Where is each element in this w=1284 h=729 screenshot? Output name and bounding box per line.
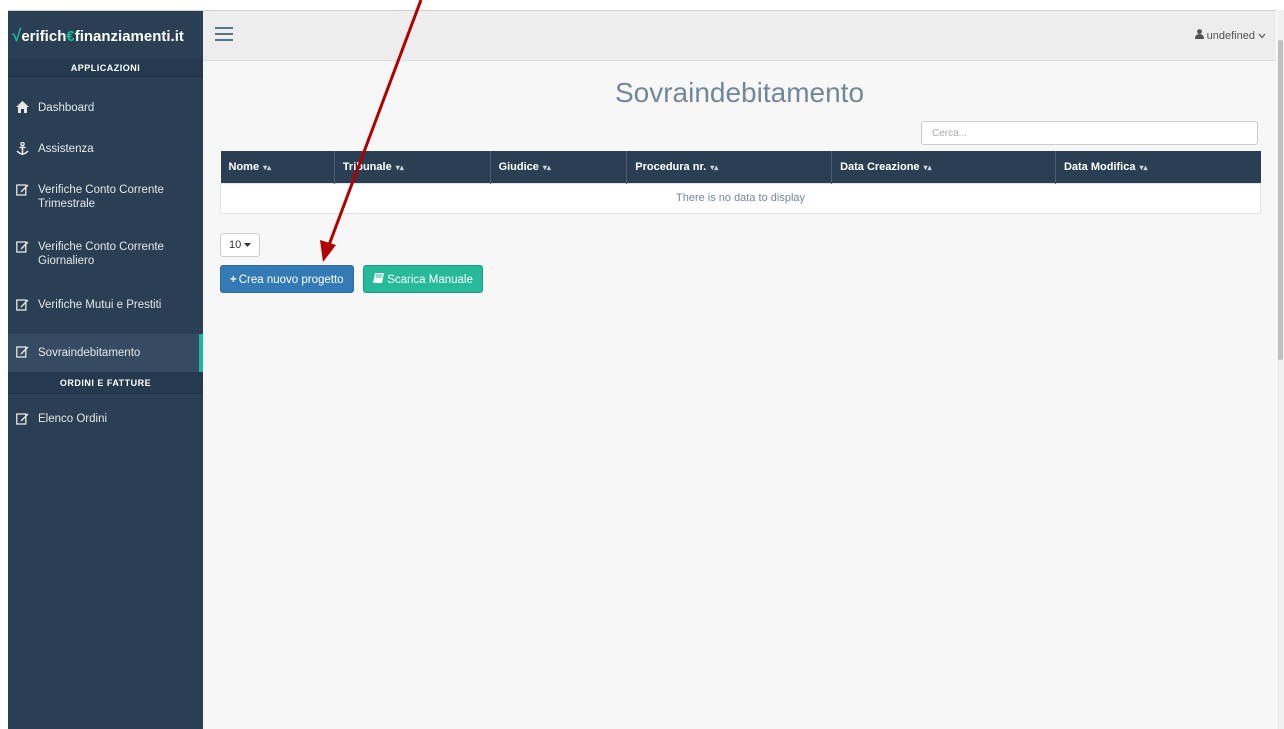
sidebar-item-sovraindebitamento[interactable]: Sovraindebitamento <box>8 334 203 372</box>
sort-icon: ▾▴ <box>263 162 272 172</box>
section-title-ordini: ORDINI E FATTURE <box>8 372 203 394</box>
projects-table: Nome ▾▴ Tribunale ▾▴ Giudice ▾▴ Procedura n… <box>220 151 1261 214</box>
sidebar-item-conto-giornaliero[interactable]: Verifiche Conto Corrente Giornaliero <box>8 240 203 268</box>
brand-logo[interactable]: √ erifich € finanziamenti.it <box>8 11 203 61</box>
sort-icon: ▾▴ <box>923 162 932 172</box>
section-title-applicazioni: APPLICAZIONI <box>8 59 203 77</box>
main-content: Sovraindebitamento Nome▾▴ Tribunale▾▴ Gi… <box>203 61 1276 729</box>
anchor-icon <box>16 141 32 159</box>
edit-icon <box>16 345 32 361</box>
sidebar-item-dashboard[interactable]: Dashboard <box>8 101 203 116</box>
column-header-giudice[interactable]: Giudice ▾▴ <box>489 151 627 183</box>
sidebar-item-assistenza[interactable]: Assistenza <box>8 141 203 159</box>
table-header-row: Nome ▾▴ Tribunale ▾▴ Giudice ▾▴ Procedura n… <box>220 151 1261 183</box>
table-row: There is no data to display <box>220 182 1261 214</box>
plus-icon: + <box>230 274 237 286</box>
scrollbar-thumb[interactable] <box>1278 40 1283 360</box>
user-menu[interactable]: undefined <box>1194 29 1266 42</box>
sort-icon: ▾▴ <box>542 162 551 172</box>
edit-icon <box>16 183 32 199</box>
empty-table-message: There is no data to display <box>220 182 1261 214</box>
home-icon <box>16 101 32 116</box>
column-header-data-modifica[interactable]: Data Modifica ▾▴ <box>1054 151 1261 183</box>
page-scrollbar[interactable] <box>1277 10 1284 729</box>
page-title: Sovraindebitamento <box>614 77 865 108</box>
download-manual-button[interactable]: Scarica Manuale <box>363 265 483 293</box>
create-project-button[interactable]: + Crea nuovo progetto <box>220 265 354 293</box>
sort-icon: ▾▴ <box>710 162 719 172</box>
menu-toggle-icon[interactable] <box>215 27 233 41</box>
top-navbar: undefined <box>203 11 1276 61</box>
search-input[interactable] <box>921 121 1258 145</box>
column-header-tribunale[interactable]: Tribunale ▾▴ <box>333 151 491 183</box>
sort-icon: ▾▴ <box>1139 162 1148 172</box>
check-mark: √ <box>12 26 22 45</box>
column-header-procedura[interactable]: Procedura nr. ▾▴ <box>626 151 832 183</box>
page-size-dropdown[interactable]: 10 <box>220 233 261 257</box>
sidebar: √ erifich € finanziamenti.it APPLICAZIONI D… <box>8 11 203 729</box>
user-icon <box>1194 29 1207 42</box>
user-name: undefined <box>1206 30 1255 42</box>
app-window: √ erifich € finanziamenti.it APPLICAZIONI D… <box>8 10 1276 729</box>
sidebar-item-elenco-ordini[interactable]: Elenco Ordini <box>8 412 203 428</box>
sidebar-item-mutui-prestiti[interactable]: Verifiche Mutui e Prestiti <box>8 298 203 314</box>
edit-icon <box>16 240 32 256</box>
edit-icon <box>16 298 32 314</box>
caret-down-icon <box>244 239 252 251</box>
sort-icon: ▾▴ <box>395 162 404 172</box>
sidebar-item-conto-trimestrale[interactable]: Verifiche Conto Corrente Trimestrale <box>8 183 203 211</box>
chevron-down-icon <box>1258 30 1266 42</box>
column-header-nome[interactable]: Nome ▾▴ <box>220 151 335 183</box>
column-header-data-creazione[interactable]: Data Creazione ▾▴ <box>831 151 1056 183</box>
edit-icon <box>16 412 32 428</box>
book-icon <box>373 273 387 286</box>
